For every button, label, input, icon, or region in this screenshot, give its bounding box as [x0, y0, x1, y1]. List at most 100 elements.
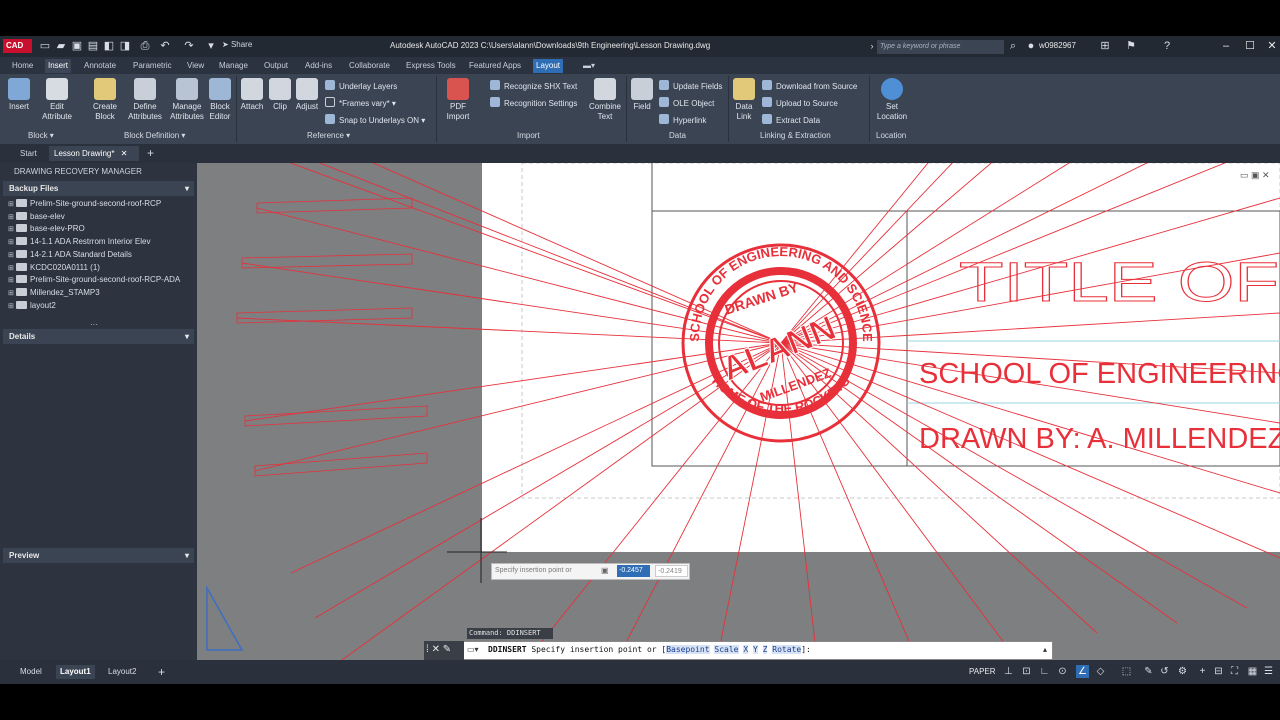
option-z[interactable]: Z — [762, 645, 768, 654]
tab-addins[interactable]: Add-ins — [302, 59, 335, 73]
selection-cycling-icon[interactable]: ⬚ — [1120, 665, 1133, 678]
option-y[interactable]: Y — [752, 645, 758, 654]
command-prompt-icon[interactable]: ▭▾ — [467, 645, 479, 654]
expand-icon[interactable]: ⊞ — [8, 300, 14, 313]
ribbon-options-icon[interactable]: ▬▾ — [580, 59, 598, 73]
username[interactable]: w0982967 — [1039, 41, 1076, 50]
backup-file-item[interactable]: ⊞ base-elev-PRO — [8, 222, 85, 235]
tab-collaborate[interactable]: Collaborate — [346, 59, 393, 73]
collapse-icon[interactable]: ▾ — [185, 181, 189, 196]
share-button[interactable]: ➤ Share — [222, 40, 252, 49]
panel-label-block[interactable]: Block ▾ — [28, 131, 54, 140]
open-web-icon[interactable]: ◧ — [102, 38, 116, 54]
insert-button[interactable]: Insert — [4, 78, 34, 112]
field-button[interactable]: Field — [629, 78, 655, 112]
tab-output[interactable]: Output — [261, 59, 291, 73]
adjust-button[interactable]: Adjust — [293, 78, 321, 112]
tab-layout1[interactable]: Layout1 — [56, 665, 95, 679]
panel-label-block-definition[interactable]: Block Definition ▾ — [124, 131, 185, 140]
hyperlink-button[interactable]: Hyperlink — [659, 114, 706, 125]
maximize-icon[interactable]: ☐ — [1242, 38, 1258, 54]
search-input[interactable]: Type a keyword or phrase — [877, 40, 1004, 54]
customize-icon[interactable]: ▾ — [204, 38, 218, 54]
new-icon[interactable]: ▭ — [38, 38, 52, 54]
collapse-icon[interactable]: ▾ — [185, 548, 189, 563]
download-source-button[interactable]: Download from Source — [762, 80, 857, 91]
minimize-icon[interactable]: – — [1218, 38, 1234, 54]
tab-start[interactable]: Start — [15, 146, 42, 161]
undo-icon[interactable]: ↶ — [158, 38, 172, 54]
extract-data-button[interactable]: Extract Data — [762, 114, 820, 125]
backup-file-item[interactable]: ⊞ KCDC020A0111 (1) — [8, 261, 100, 274]
clip-button[interactable]: Clip — [268, 78, 292, 112]
collapse-icon[interactable]: ▾ — [185, 329, 189, 344]
workspace-icon[interactable]: ↺ — [1158, 665, 1171, 678]
close-icon[interactable]: ✕ — [432, 644, 440, 655]
paper-space-toggle[interactable]: PAPER — [969, 667, 996, 676]
tab-layout2[interactable]: Layout2 — [104, 665, 140, 679]
set-location-button[interactable]: Set Location — [873, 78, 911, 122]
combine-text-button[interactable]: Combine Text — [586, 78, 624, 122]
backup-file-item[interactable]: ⊞ layout2 — [8, 299, 56, 312]
save-icon[interactable]: ▣ — [70, 38, 84, 54]
define-attributes-button[interactable]: Define Attributes — [125, 78, 165, 122]
customize-icon[interactable]: ✎ — [443, 644, 451, 655]
option-scale[interactable]: Scale — [714, 645, 739, 654]
block-editor-button[interactable]: Block Editor — [207, 78, 233, 122]
autocad-logo[interactable]: CAD — [3, 39, 32, 53]
redo-icon[interactable]: ↷ — [182, 38, 196, 54]
grip-icon[interactable]: ⁞ — [426, 644, 429, 655]
open-icon[interactable]: ▰ — [54, 38, 68, 54]
tab-model[interactable]: Model — [16, 665, 46, 679]
backup-file-item[interactable]: ⊞ Millendez_STAMP3 — [8, 286, 100, 299]
option-rotate[interactable]: Rotate — [772, 645, 802, 654]
command-history-arrow-icon[interactable]: ▴ — [1043, 645, 1047, 654]
isolate-icon[interactable]: ⊟ — [1212, 665, 1225, 678]
new-tab-button[interactable]: + — [142, 146, 159, 161]
x-coordinate-input[interactable]: -0.2457 — [617, 565, 650, 577]
update-fields-button[interactable]: Update Fields — [659, 80, 722, 91]
tab-manage[interactable]: Manage — [216, 59, 251, 73]
snap-icon[interactable]: ⊡ — [1020, 665, 1033, 678]
grid-icon[interactable]: ⊥ — [1002, 665, 1015, 678]
backup-file-item[interactable]: ⊞ 14-1.1 ADA Restrrom Interior Elev — [8, 235, 151, 248]
ortho-icon[interactable]: ∟ — [1038, 665, 1051, 678]
underlay-layers-button[interactable]: Underlay Layers — [325, 80, 397, 91]
help-icon[interactable]: ? — [1160, 38, 1174, 54]
save-as-icon[interactable]: ▤ — [86, 38, 100, 54]
tab-lesson-drawing[interactable]: Lesson Drawing* ✕ — [49, 146, 139, 161]
settings-icon[interactable]: ⚙ — [1176, 665, 1189, 678]
tab-express-tools[interactable]: Express Tools — [403, 59, 459, 73]
ole-object-button[interactable]: OLE Object — [659, 97, 714, 108]
option-basepoint[interactable]: Basepoint — [666, 645, 710, 654]
apps-icon[interactable]: ⚑ — [1124, 38, 1138, 54]
close-icon[interactable]: ✕ — [1264, 38, 1280, 54]
hardware-acceleration-icon[interactable]: ▦ — [1246, 665, 1259, 678]
dynamic-input-icon[interactable]: ∠ — [1076, 665, 1089, 678]
backup-file-item[interactable]: ⊞ Prelim-Site-ground-second-roof-RCP-ADA — [8, 273, 180, 286]
tab-parametric[interactable]: Parametric — [130, 59, 175, 73]
edit-attribute-button[interactable]: Edit Attribute — [38, 78, 76, 122]
osnap-icon[interactable]: ◇ — [1094, 665, 1107, 678]
panel-label-reference[interactable]: Reference ▾ — [307, 131, 350, 140]
frames-dropdown[interactable]: *Frames vary* ▾ — [325, 97, 396, 108]
recognize-shx-button[interactable]: Recognize SHX Text — [490, 80, 577, 91]
tab-annotate[interactable]: Annotate — [81, 59, 119, 73]
tab-featured-apps[interactable]: Featured Apps — [466, 59, 524, 73]
viewport-controls-icon[interactable]: ▭ ▣ ✕ — [1240, 170, 1270, 180]
backup-file-item[interactable]: ⊞ 14-2.1 ADA Standard Details — [8, 248, 132, 261]
details-header[interactable]: Details ▾ — [3, 329, 194, 344]
tab-view[interactable]: View — [184, 59, 207, 73]
tab-layout[interactable]: Layout — [533, 59, 564, 73]
user-icon[interactable]: ● — [1024, 38, 1038, 54]
command-line-controls[interactable]: ⁞ ✕ ✎ — [424, 641, 464, 660]
option-x[interactable]: X — [743, 645, 749, 654]
backup-files-header[interactable]: Backup Files ▾ — [3, 181, 194, 196]
recognition-settings-button[interactable]: Recognition Settings — [490, 97, 577, 108]
backup-file-item[interactable]: ⊞ base-elev — [8, 210, 65, 223]
tab-home[interactable]: Home — [9, 59, 36, 73]
save-web-icon[interactable]: ◨ — [118, 38, 132, 54]
add-icon[interactable]: + — [1196, 665, 1209, 678]
data-link-button[interactable]: Data Link — [731, 78, 757, 122]
customize-status-icon[interactable]: ☰ — [1262, 665, 1275, 678]
